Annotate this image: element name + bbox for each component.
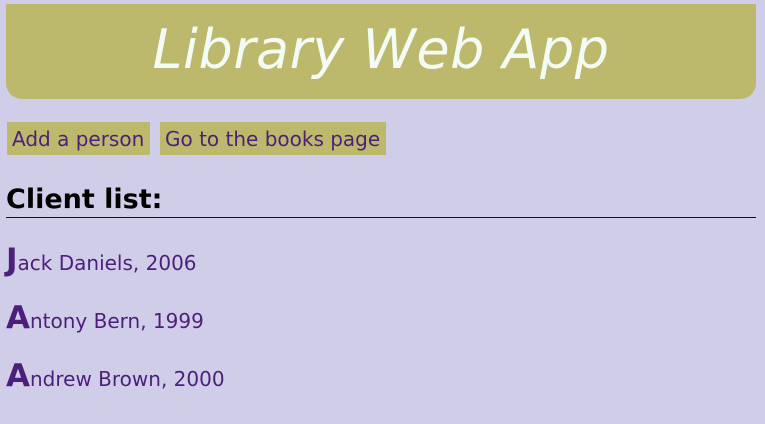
app-header: Library Web App [6, 4, 756, 99]
client-list: Jack Daniels, 2006 Antony Bern, 1999 And… [6, 242, 225, 416]
client-item[interactable]: Jack Daniels, 2006 [6, 242, 225, 300]
client-list-heading: Client list: [6, 183, 756, 218]
client-item[interactable]: Antony Bern, 1999 [6, 300, 225, 358]
client-item[interactable]: Andrew Brown, 2000 [6, 358, 225, 416]
app-title: Library Web App [152, 18, 610, 81]
add-person-button[interactable]: Add a person [7, 122, 150, 155]
books-page-button[interactable]: Go to the books page [160, 122, 386, 155]
